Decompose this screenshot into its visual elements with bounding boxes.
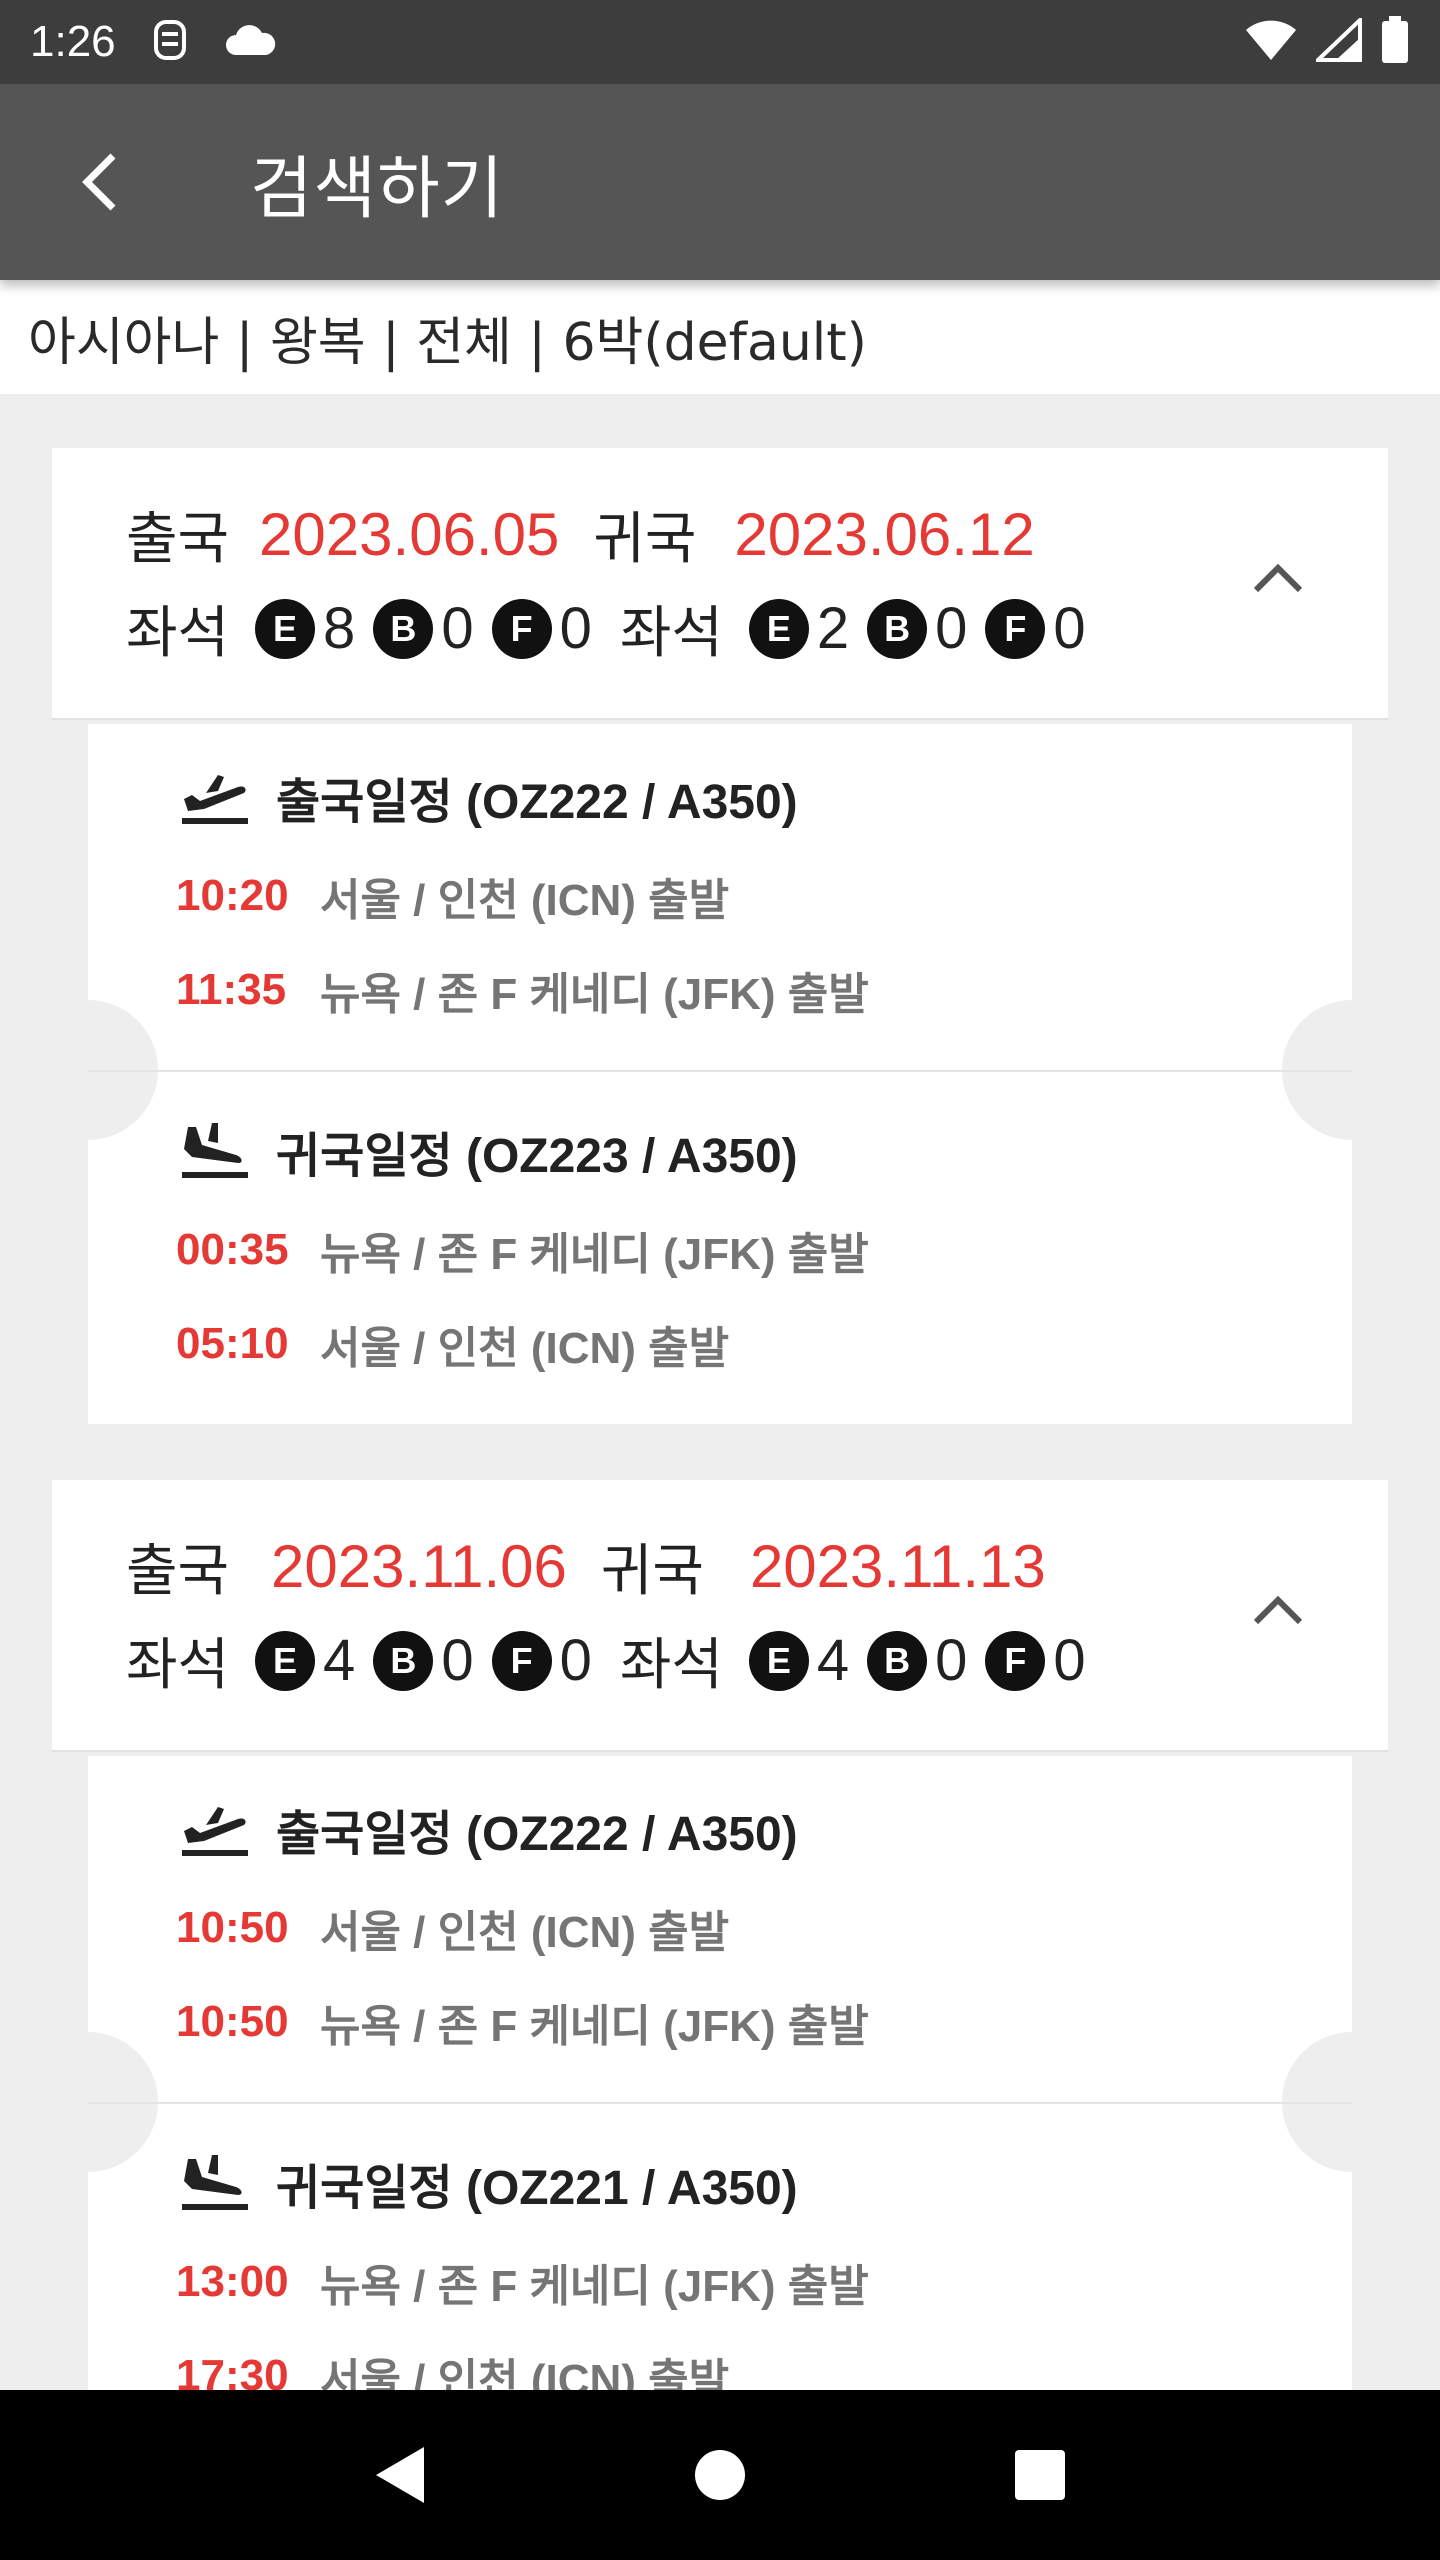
departure-time: 10:20 bbox=[176, 871, 289, 920]
economy-seat-count: 2 bbox=[816, 596, 850, 661]
seat-label: 좌석 bbox=[126, 601, 230, 666]
arrival-place: 뉴욕 / 존 F 케네디 (JFK) 출발 bbox=[320, 2002, 869, 2051]
collapse-button[interactable] bbox=[1248, 1590, 1308, 1640]
landing-icon bbox=[182, 1123, 248, 1178]
departure-place: 뉴욕 / 존 F 케네디 (JFK) 출발 bbox=[320, 1230, 869, 1279]
circle-home-icon bbox=[695, 2450, 745, 2500]
trip-list: 출국 2023.06.05 귀국 2023.06.12 좌석 E 8 B 0 F… bbox=[0, 394, 1440, 2390]
arrival-time: 10:50 bbox=[176, 1997, 289, 2046]
business-seat-count: 0 bbox=[935, 1628, 968, 1693]
chevron-up-icon bbox=[1253, 1595, 1303, 1625]
business-seat-count: 0 bbox=[441, 1628, 474, 1693]
depart-label: 출국 bbox=[126, 1539, 230, 1604]
trip-header[interactable]: 출국 2023.11.06 귀국 2023.11.13 좌석 E 4 B 0 F… bbox=[52, 1480, 1388, 1752]
return-label: 귀국 bbox=[593, 507, 697, 572]
return-date: 2023.11.13 bbox=[749, 1533, 1046, 1600]
chevron-up-icon bbox=[1253, 563, 1303, 593]
outbound-title: 출국일정 (OZ222 / A350) bbox=[276, 776, 798, 829]
takeoff-icon bbox=[182, 1807, 248, 1856]
collapse-button[interactable] bbox=[1248, 558, 1308, 608]
status-bar: 1:26 bbox=[0, 0, 1440, 84]
arrival-place: 서울 / 인천 (ICN) 출발 bbox=[320, 1324, 730, 1373]
seat-label: 좌석 bbox=[619, 1633, 723, 1698]
business-badge: B bbox=[867, 1630, 928, 1691]
return-label: 귀국 bbox=[600, 1539, 704, 1604]
seat-label: 좌석 bbox=[126, 1633, 230, 1698]
economy-seat-count: 8 bbox=[323, 596, 356, 661]
trip-detail: 출국일정 (OZ222 / A350) 10:50 서울 / 인천 (ICN) … bbox=[88, 1756, 1352, 2390]
app-bar: 검색하기 bbox=[0, 84, 1440, 280]
cloud-icon bbox=[224, 23, 276, 61]
depart-date: 2023.06.05 bbox=[259, 501, 560, 568]
depart-label: 출국 bbox=[126, 507, 230, 572]
departure-time: 13:00 bbox=[176, 2257, 289, 2306]
signal-icon bbox=[1313, 15, 1362, 66]
triangle-back-icon bbox=[376, 2447, 424, 2503]
first-seat-count: 0 bbox=[1053, 1628, 1086, 1693]
battery-icon bbox=[1380, 16, 1410, 68]
departure-place: 서울 / 인천 (ICN) 출발 bbox=[320, 876, 730, 925]
takeoff-icon bbox=[182, 775, 248, 824]
business-seat-count: 0 bbox=[441, 596, 474, 661]
arrival-time: 11:35 bbox=[176, 965, 287, 1014]
economy-seat-count: 4 bbox=[816, 1628, 850, 1693]
business-badge: B bbox=[373, 598, 434, 659]
inbound-title: 귀국일정 (OZ221 / A350) bbox=[276, 2162, 798, 2215]
arrival-place: 서울 / 인천 (ICN) 출발 bbox=[320, 2356, 730, 2390]
return-date: 2023.06.12 bbox=[734, 501, 1035, 568]
nav-home-button[interactable] bbox=[675, 2430, 765, 2520]
departure-place: 서울 / 인천 (ICN) 출발 bbox=[320, 1908, 730, 1957]
wifi-icon bbox=[1244, 18, 1298, 66]
arrival-time: 17:30 bbox=[176, 2351, 289, 2390]
depart-date: 2023.11.06 bbox=[271, 1533, 567, 1600]
nav-back-button[interactable] bbox=[355, 2430, 445, 2520]
business-badge: B bbox=[373, 1630, 434, 1691]
economy-badge: E bbox=[255, 1630, 316, 1691]
divider bbox=[88, 2102, 1352, 2104]
divider bbox=[88, 1070, 1352, 1072]
first-badge: F bbox=[985, 598, 1046, 659]
departure-place: 뉴욕 / 존 F 케네디 (JFK) 출발 bbox=[320, 2262, 869, 2311]
inbound-title: 귀국일정 (OZ223 / A350) bbox=[276, 1130, 798, 1183]
outbound-title: 출국일정 (OZ222 / A350) bbox=[276, 1808, 798, 1861]
back-button[interactable] bbox=[40, 122, 160, 242]
filter-summary: 아시아나 | 왕복 | 전체 | 6박(default) bbox=[0, 280, 1440, 394]
nav-recents-button[interactable] bbox=[995, 2430, 1085, 2520]
departure-time: 00:35 bbox=[176, 1225, 289, 1274]
first-seat-count: 0 bbox=[1053, 596, 1086, 661]
seat-label: 좌석 bbox=[619, 601, 723, 666]
first-badge: F bbox=[491, 1630, 552, 1691]
landing-icon bbox=[182, 2155, 248, 2210]
trip-header[interactable]: 출국 2023.06.05 귀국 2023.06.12 좌석 E 8 B 0 F… bbox=[52, 448, 1388, 720]
economy-badge: E bbox=[748, 598, 809, 659]
arrival-time: 05:10 bbox=[176, 1319, 289, 1368]
system-nav-bar bbox=[0, 2390, 1440, 2560]
business-badge: B bbox=[867, 598, 928, 659]
back-arrow-icon bbox=[82, 153, 116, 211]
first-seat-count: 0 bbox=[559, 596, 592, 661]
page-title: 검색하기 bbox=[250, 149, 505, 229]
economy-seat-count: 4 bbox=[323, 1628, 356, 1693]
first-badge: F bbox=[491, 598, 552, 659]
departure-time: 10:50 bbox=[176, 1903, 289, 1952]
app-notification-icon bbox=[150, 18, 190, 66]
status-time: 1:26 bbox=[30, 17, 116, 66]
first-seat-count: 0 bbox=[559, 1628, 592, 1693]
first-badge: F bbox=[985, 1630, 1046, 1691]
arrival-place: 뉴욕 / 존 F 케네디 (JFK) 출발 bbox=[320, 970, 869, 1019]
trip-detail: 출국일정 (OZ222 / A350) 10:20 서울 / 인천 (ICN) … bbox=[88, 724, 1352, 1424]
square-recents-icon bbox=[1015, 2450, 1065, 2500]
economy-badge: E bbox=[748, 1630, 809, 1691]
economy-badge: E bbox=[255, 598, 316, 659]
business-seat-count: 0 bbox=[935, 596, 968, 661]
